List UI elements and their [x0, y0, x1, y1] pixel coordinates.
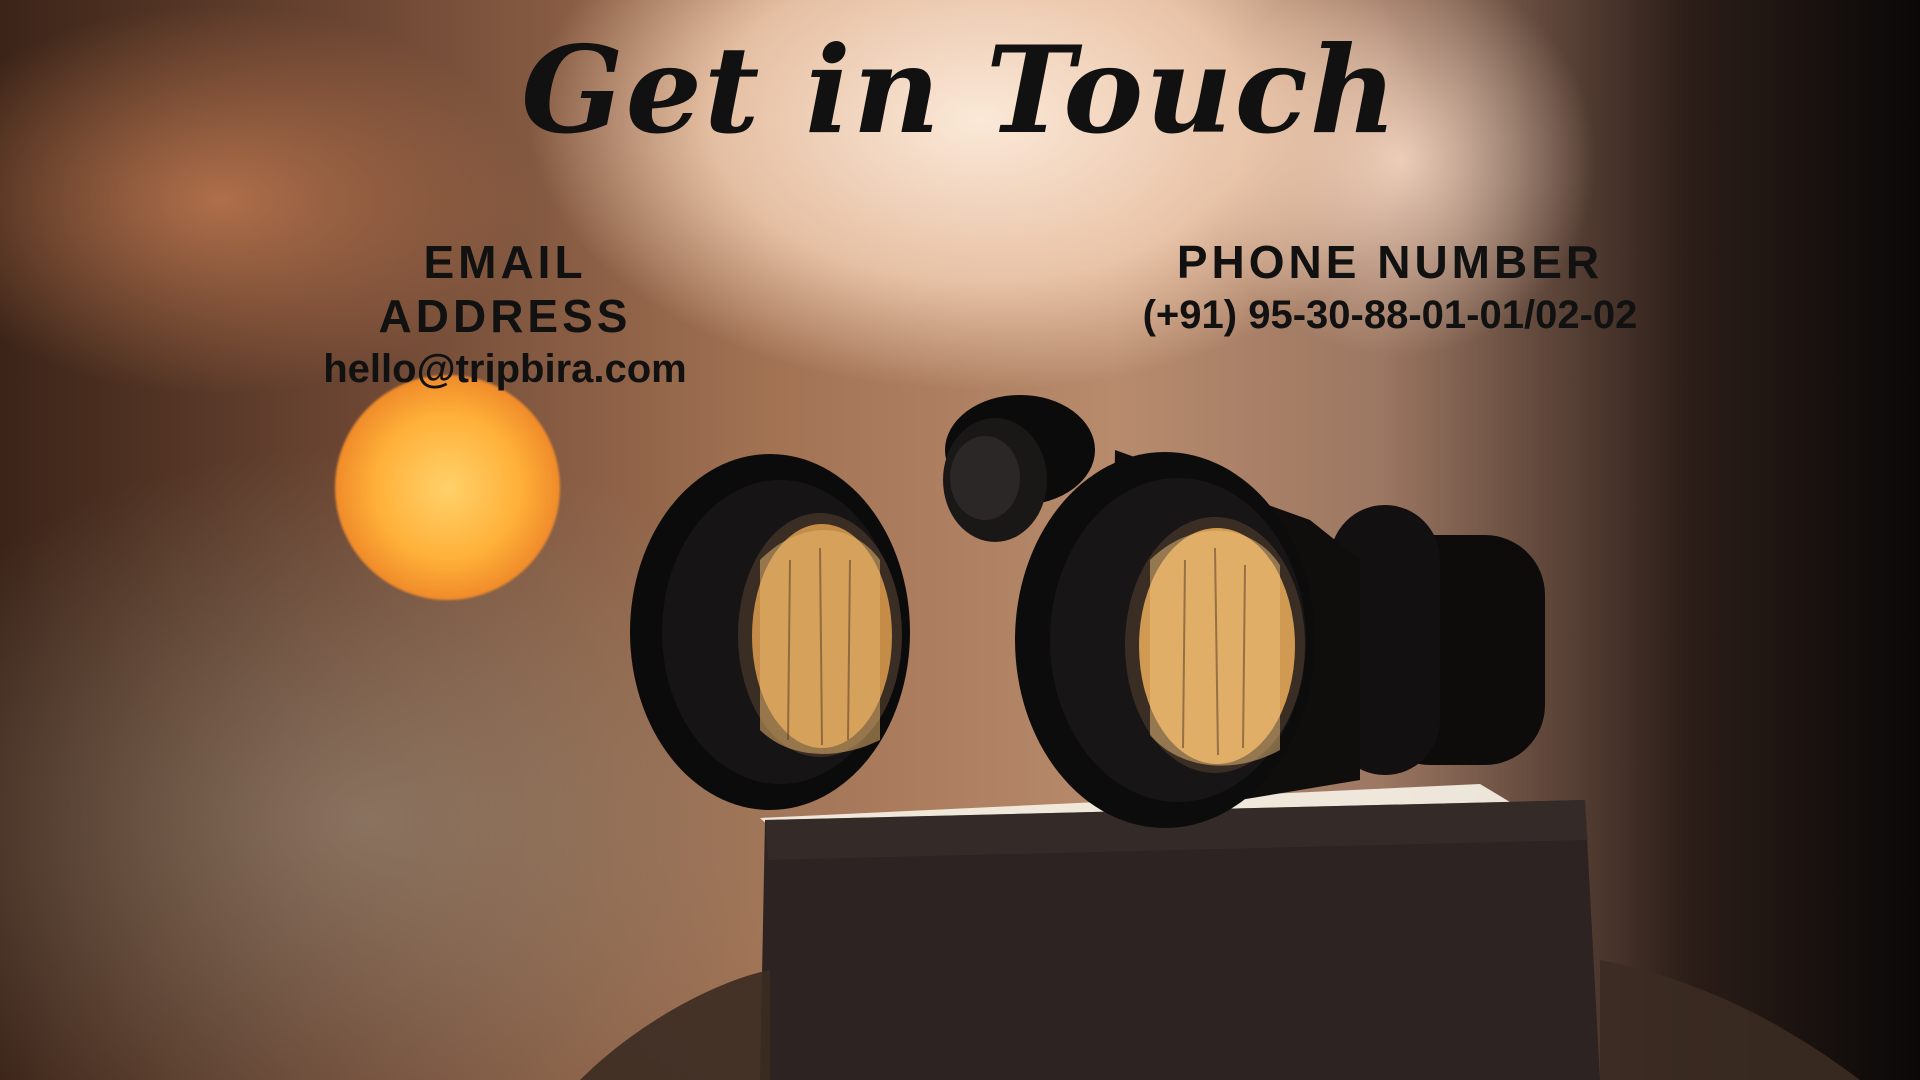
binoculars-photo	[580, 395, 1860, 1080]
contact-hero-background: Get in Touch EMAIL ADDRESS hello@tripbir…	[0, 0, 1920, 1080]
page-title: Get in Touch	[521, 20, 1399, 161]
phone-label: PHONE NUMBER	[1176, 236, 1604, 288]
phone-number: (+91) 95-30-88-01-01/02-02	[1142, 293, 1638, 337]
phone-contact-block: PHONE NUMBER (+91) 95-30-88-01-01/02-02	[1120, 235, 1660, 338]
email-label: EMAIL ADDRESS	[378, 236, 632, 342]
email-address: hello@tripbira.com	[323, 347, 687, 391]
email-contact-block: EMAIL ADDRESS hello@tripbira.com	[290, 235, 720, 392]
